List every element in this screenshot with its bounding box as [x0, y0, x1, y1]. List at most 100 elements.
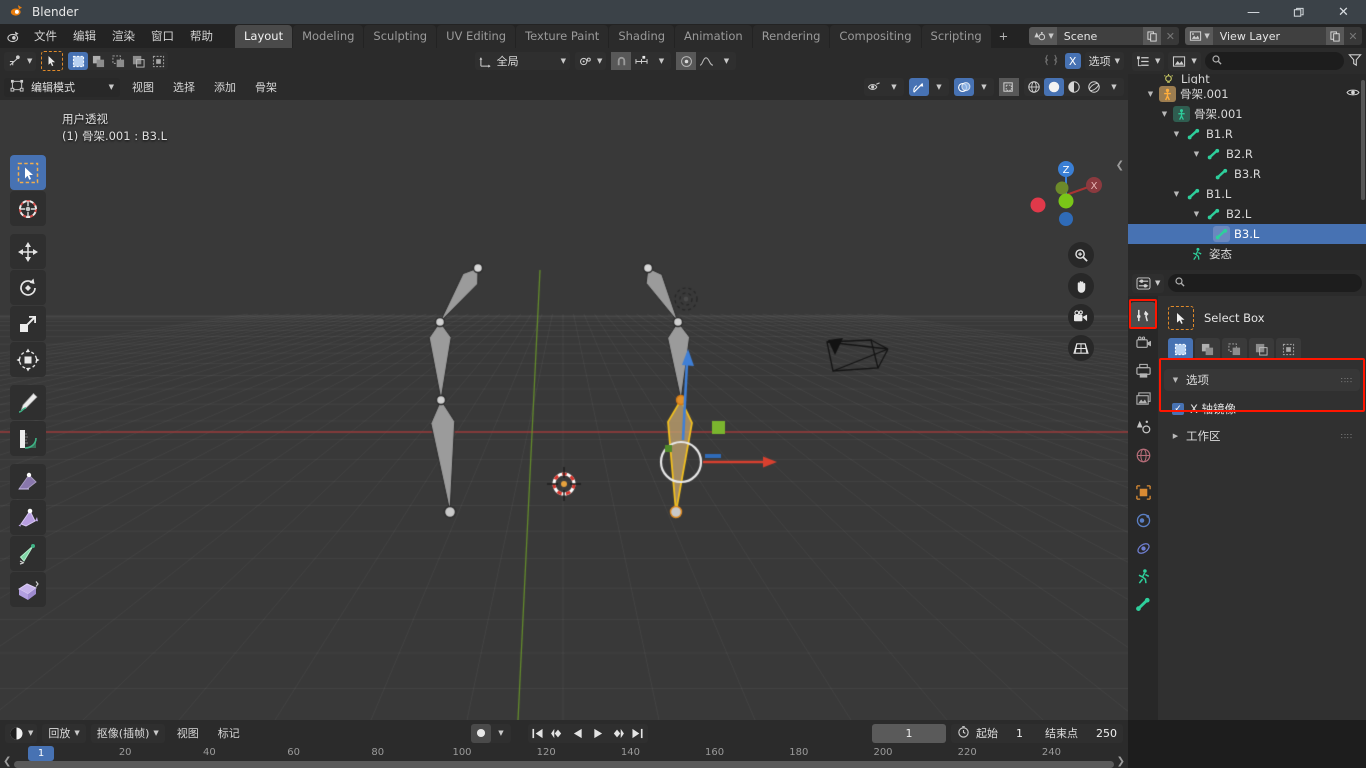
shading-wireframe-icon[interactable]	[1024, 78, 1044, 96]
workspace-tab-uv-editing[interactable]: UV Editing	[437, 24, 516, 48]
play-icon[interactable]	[588, 724, 608, 743]
select-intersect-icon[interactable]	[148, 52, 168, 70]
properties-tab-constraint[interactable]	[1130, 535, 1156, 561]
select-set-new-icon[interactable]	[68, 52, 89, 70]
workspace-tab-compositing[interactable]: Compositing	[830, 24, 921, 48]
zoom-icon[interactable]	[1068, 242, 1094, 268]
workspace-tab-shading[interactable]: Shading	[609, 24, 675, 48]
timeline-playhead[interactable]: 1	[28, 746, 54, 761]
snap-target-icon[interactable]	[631, 52, 651, 70]
outliner-visibility-eye-icon[interactable]	[1346, 87, 1360, 101]
properties-tab-bone[interactable]	[1130, 591, 1156, 617]
workspace-tab-rendering[interactable]: Rendering	[752, 24, 830, 48]
overlay-dropdown-caret[interactable]: ▼	[974, 78, 994, 96]
outliner-row-light[interactable]: Light	[1128, 74, 1366, 84]
outliner-tree[interactable]: Light ▼ 骨架.001 ▼ 骨架.001 ▼ B1.R ▼ B2.R B3…	[1128, 74, 1366, 270]
shading-solid-icon[interactable]	[1044, 78, 1064, 96]
select-tool-icon[interactable]	[41, 51, 64, 71]
mode-extend-icon[interactable]	[1195, 338, 1220, 360]
frame-end-value[interactable]: 250	[1084, 727, 1117, 740]
workspace-panel-header[interactable]: ▶ 工作区 ∷∷	[1164, 425, 1360, 447]
outliner-scrollbar[interactable]	[1361, 80, 1365, 200]
camera-view-icon[interactable]	[1068, 304, 1094, 330]
select-extend-icon[interactable]	[88, 52, 108, 70]
properties-editor-type[interactable]: ▼	[1132, 273, 1165, 293]
bone-size-tool-icon[interactable]	[10, 536, 46, 571]
outliner-expand-b1l[interactable]: ▼	[1172, 190, 1181, 198]
view-layer-unlink-button[interactable]: ✕	[1344, 27, 1362, 45]
shading-dropdown-caret[interactable]: ▼	[1104, 78, 1124, 96]
select-invert-icon[interactable]	[128, 52, 148, 70]
select-subtract-icon[interactable]	[108, 52, 128, 70]
view-layer-selector[interactable]: ▼ View Layer ✕	[1185, 27, 1362, 45]
x-mirror-row[interactable]: ✓ X 轴镜像	[1172, 401, 1352, 417]
frame-start-value[interactable]: 1	[1004, 727, 1023, 740]
properties-tab-render[interactable]	[1130, 330, 1156, 356]
scale-tool-icon[interactable]	[10, 306, 46, 341]
minimize-button[interactable]: —	[1231, 0, 1276, 24]
gizmo-icon[interactable]	[909, 78, 929, 96]
timeline-ruler[interactable]: 20 40 60 80 100 120 140 160 180 200 220 240 1	[0, 746, 1128, 761]
outliner-row-pose[interactable]: 姿态	[1128, 244, 1366, 264]
overlays-icon[interactable]	[954, 78, 974, 96]
menu-edit[interactable]: 编辑	[65, 25, 104, 47]
scene-unlink-button[interactable]: ✕	[1161, 27, 1180, 45]
workspace-tab-sculpting[interactable]: Sculpting	[364, 24, 437, 48]
sidebar-toggle-icon[interactable]: ❮	[1116, 160, 1124, 171]
mode-selector[interactable]: 编辑模式 ▼	[4, 77, 120, 97]
add-workspace-button[interactable]: +	[992, 25, 1016, 47]
jump-start-icon[interactable]	[528, 724, 548, 743]
view-layer-copy-button[interactable]	[1326, 27, 1344, 45]
workspace-tab-layout[interactable]: Layout	[235, 24, 293, 48]
viewport-menu-view[interactable]: 视图	[125, 77, 161, 97]
outliner-filter-icon[interactable]	[1348, 53, 1362, 70]
extrude-cursor-tool-icon[interactable]	[10, 572, 46, 607]
viewport-menu-select[interactable]: 选择	[166, 77, 202, 97]
workspace-tab-texture-paint[interactable]: Texture Paint	[516, 24, 609, 48]
outliner-expand-armature-data[interactable]: ▼	[1160, 110, 1169, 118]
select-box-tool-icon[interactable]	[10, 155, 46, 190]
outliner-expand-b1r[interactable]: ▼	[1172, 130, 1181, 138]
properties-tab-tool[interactable]	[1130, 302, 1156, 328]
transform-orientation-dropdown[interactable]: 全局 ▼	[474, 52, 570, 70]
3d-viewport[interactable]: 用户透视 (1) 骨架.001 : B3.L Z X ❮	[0, 100, 1128, 720]
close-button[interactable]: ✕	[1321, 0, 1366, 24]
annotate-tool-icon[interactable]	[10, 385, 46, 420]
measure-tool-icon[interactable]	[10, 421, 46, 456]
view-layer-name[interactable]: View Layer	[1212, 27, 1326, 45]
jump-end-icon[interactable]	[628, 724, 648, 743]
panel-drag-grip[interactable]: ∷∷	[1341, 432, 1353, 441]
snap-dropdown-caret[interactable]: ▼	[651, 52, 671, 70]
workspace-tab-animation[interactable]: Animation	[675, 24, 752, 48]
timeline-menu-playback[interactable]: 回放 ▼	[42, 723, 86, 743]
viewport-options-dropdown[interactable]: 选项 ▼	[1084, 52, 1124, 70]
viewport-scene-canvas[interactable]	[0, 100, 1128, 720]
mode-subtract-icon[interactable]	[1222, 338, 1247, 360]
blender-menu-icon[interactable]	[0, 29, 26, 44]
outliner-expand-armature-object[interactable]: ▼	[1146, 90, 1155, 98]
view-axis-gizmo[interactable]: Z X	[1026, 155, 1106, 235]
timeline-editor-type[interactable]: ▼	[5, 723, 38, 743]
panel-drag-grip[interactable]: ∷∷	[1341, 376, 1353, 385]
prev-keyframe-icon[interactable]	[548, 724, 568, 743]
menu-help[interactable]: 帮助	[182, 25, 221, 47]
roll-tool-icon[interactable]	[10, 500, 46, 535]
x-mirror-checkbox[interactable]: ✓	[1172, 403, 1184, 415]
outliner-row-b3r[interactable]: B3.R	[1128, 164, 1366, 184]
view-layer-icon[interactable]: ▼	[1185, 27, 1213, 45]
extrude-tool-icon[interactable]	[10, 464, 46, 499]
workspace-panel-expand-icon[interactable]: ▶	[1171, 432, 1180, 440]
record-keyframe-icon[interactable]	[470, 723, 491, 743]
timeline-menu-marker[interactable]: 标记	[211, 723, 247, 743]
toggle-ortho-icon[interactable]	[1068, 335, 1094, 361]
outliner-row-b1l[interactable]: ▼ B1.L	[1128, 184, 1366, 204]
outliner-expand-b2r[interactable]: ▼	[1192, 150, 1201, 158]
menu-window[interactable]: 窗口	[143, 25, 182, 47]
play-reverse-icon[interactable]	[568, 724, 588, 743]
properties-tab-physics[interactable]	[1130, 507, 1156, 533]
gizmo-dropdown-caret[interactable]: ▼	[929, 78, 949, 96]
mode-invert-icon[interactable]	[1249, 338, 1274, 360]
current-frame-field[interactable]: 1	[872, 723, 947, 743]
properties-tab-output[interactable]	[1130, 358, 1156, 384]
outliner-row-b2r[interactable]: ▼ B2.R	[1128, 144, 1366, 164]
